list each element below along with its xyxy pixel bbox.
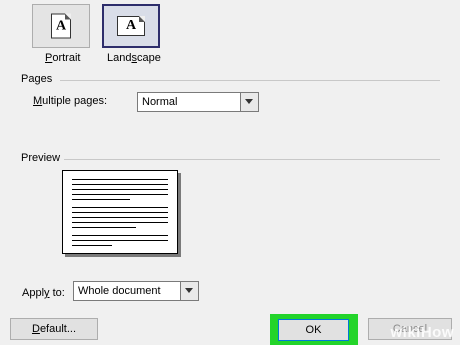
preview-text-line <box>72 212 168 213</box>
apply-to-label: Apply to: <box>22 287 65 299</box>
portrait-button[interactable]: A <box>32 4 90 48</box>
portrait-page-icon: A <box>51 13 71 39</box>
preview-text-line <box>72 184 168 185</box>
multiple-pages-accel: M <box>33 95 43 107</box>
landscape-label: Landscape <box>107 52 161 64</box>
preview-text-line <box>72 235 168 236</box>
chevron-down-icon[interactable] <box>180 282 198 300</box>
apply-to-value: Whole document <box>78 285 161 297</box>
chevron-down-icon[interactable] <box>240 93 258 111</box>
default-button[interactable]: Default... <box>10 318 98 340</box>
preview-group-divider <box>64 159 440 160</box>
landscape-label-pre: Land <box>107 52 132 64</box>
preview-text-line <box>72 207 168 208</box>
default-accel: D <box>31 323 40 335</box>
portrait-label: Portrait <box>45 52 80 64</box>
multiple-pages-label-text: ultiple pages: <box>42 95 107 107</box>
preview-text-line <box>72 217 168 218</box>
pages-group-title: Pages <box>21 73 57 85</box>
preview-text-line <box>72 227 136 228</box>
preview-group-title: Preview <box>21 152 65 164</box>
landscape-icon-letter: A <box>125 18 137 33</box>
landscape-page-icon: A <box>117 16 145 36</box>
wikihow-watermark: wikiHow <box>390 324 454 341</box>
default-text: efault... <box>39 323 77 335</box>
preview-text-line <box>72 189 168 190</box>
portrait-label-text: ortrait <box>52 52 81 64</box>
landscape-button[interactable]: A <box>102 4 160 48</box>
preview-text-line <box>72 245 112 246</box>
ok-button[interactable]: OK <box>278 319 349 341</box>
pages-group-divider <box>60 80 440 81</box>
preview-text-line <box>72 222 168 223</box>
preview-page <box>62 170 178 254</box>
apply-to-select[interactable]: Whole document <box>73 281 199 301</box>
preview-text-line <box>72 199 130 200</box>
multiple-pages-value: Normal <box>142 96 178 108</box>
preview-text-line <box>72 240 168 241</box>
page-setup-dialog: A Portrait A Landscape Pages Multiple pa… <box>0 0 460 345</box>
apply-to-rest: to: <box>49 287 65 299</box>
preview-text-line <box>72 179 168 180</box>
portrait-icon-letter: A <box>55 18 67 33</box>
landscape-label-rest: cape <box>136 52 161 64</box>
multiple-pages-select[interactable]: Normal <box>137 92 259 112</box>
preview-text-line <box>72 194 168 195</box>
multiple-pages-label: Multiple pages: <box>33 95 107 107</box>
apply-to-pre: Appl <box>22 287 45 299</box>
